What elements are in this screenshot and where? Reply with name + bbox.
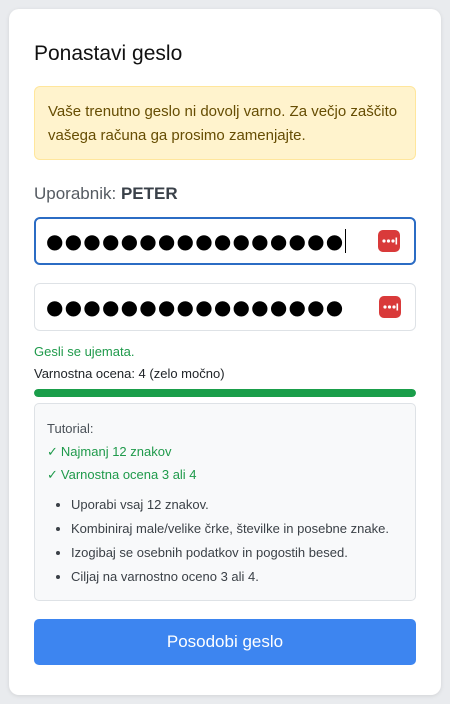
username-value: PETER bbox=[120, 184, 178, 203]
text-caret bbox=[345, 229, 347, 253]
new-password-value: ●●●●●●●●●●●●●●●● bbox=[46, 229, 345, 253]
password-manager-icon[interactable] bbox=[379, 296, 401, 318]
check-item: ✓ Najmanj 12 znakov bbox=[47, 440, 403, 463]
tip-item: Izogibaj se osebnih podatkov in pogostih… bbox=[71, 542, 403, 564]
update-password-button[interactable]: Posodobi geslo bbox=[34, 619, 416, 665]
password-manager-icon[interactable] bbox=[378, 230, 400, 252]
check-item-text: Varnostna ocena 3 ali 4 bbox=[60, 467, 197, 482]
tutorial-heading: Tutorial: bbox=[47, 421, 94, 436]
new-password-field[interactable]: ●●●●●●●●●●●●●●●● bbox=[34, 217, 416, 265]
check-item: ✓ Varnostna ocena 3 ali 4 bbox=[47, 463, 403, 486]
reset-password-card: Ponastavi geslo Vaše trenutno geslo ni d… bbox=[9, 9, 441, 695]
checkmark-icon: ✓ bbox=[47, 467, 58, 482]
tutorial-box: Tutorial: ✓ Najmanj 12 znakov ✓ Varnostna … bbox=[34, 403, 416, 601]
checkmark-icon: ✓ bbox=[47, 444, 58, 459]
username-label: Uporabnik: bbox=[34, 184, 117, 203]
strength-label: Varnostna ocena: 4 (zelo močno) bbox=[34, 366, 225, 381]
strength-bar-fill bbox=[34, 389, 416, 397]
tip-item: Uporabi vsaj 12 znakov. bbox=[71, 494, 403, 516]
confirm-password-value: ●●●●●●●●●●●●●●●● bbox=[46, 295, 345, 319]
username-line: Uporabnik: PETER bbox=[34, 182, 416, 206]
strength-bar bbox=[34, 389, 416, 397]
check-item-text: Najmanj 12 znakov bbox=[60, 444, 172, 459]
confirm-password-field[interactable]: ●●●●●●●●●●●●●●●● bbox=[34, 283, 416, 331]
password-match-message: Gesli se ujemata. bbox=[34, 344, 135, 359]
page-title: Ponastavi geslo bbox=[34, 42, 183, 65]
tip-item: Ciljaj na varnostno oceno 3 ali 4. bbox=[71, 566, 403, 588]
warning-alert: Vaše trenutno geslo ni dovolj varno. Za … bbox=[34, 86, 416, 160]
tip-item: Kombiniraj male/velike črke, številke in… bbox=[71, 518, 403, 540]
tips-list: Uporabi vsaj 12 znakov. Kombiniraj male/… bbox=[47, 494, 403, 588]
